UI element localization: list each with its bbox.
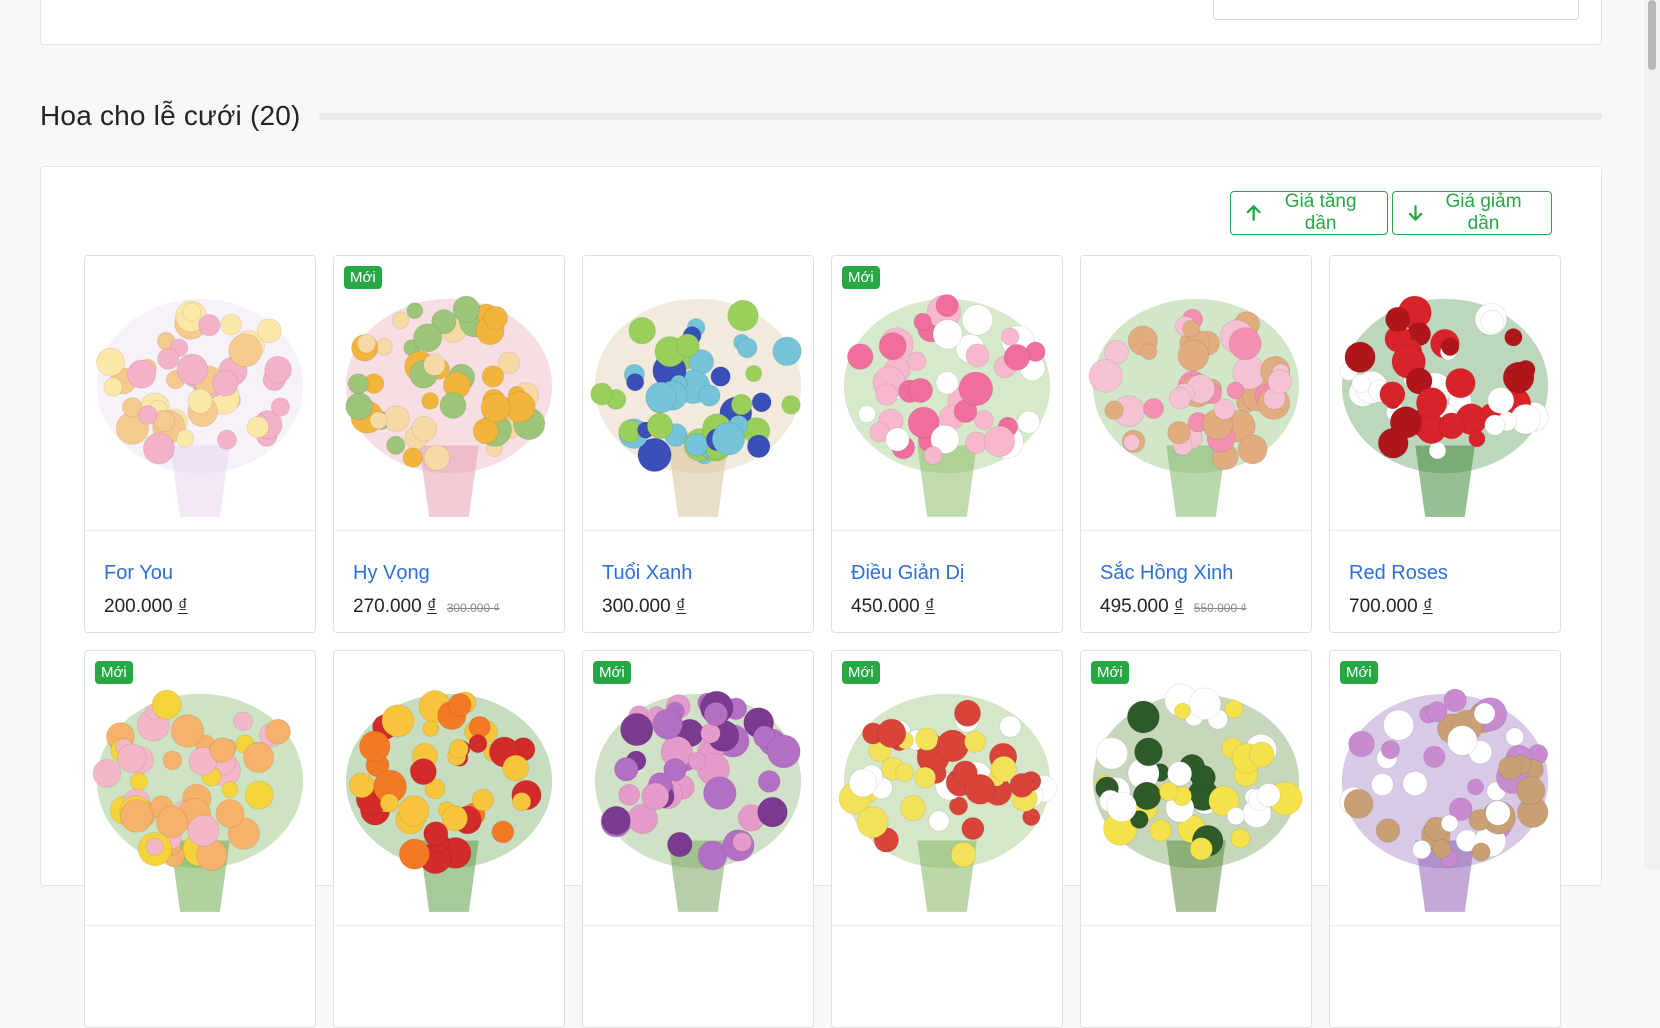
product-image[interactable]: Mới xyxy=(583,651,813,926)
new-badge: Mới xyxy=(1091,661,1129,684)
currency-symbol: ₫ xyxy=(1422,596,1433,617)
product-name-link[interactable]: Hy Vọng xyxy=(353,562,430,585)
product-card[interactable]: Mới Hy Vọng 270.000 ₫ 300.000 ₫ xyxy=(333,255,565,633)
arrow-down-icon xyxy=(1408,205,1423,221)
price-row: 495.000 ₫ 550.000 ₫ xyxy=(1100,596,1247,618)
product-card[interactable]: Tuổi Xanh 300.000 ₫ xyxy=(582,255,814,633)
sort-desc-label: Giá giảm dần xyxy=(1445,191,1522,234)
product-name-link[interactable]: For You xyxy=(104,562,173,585)
bouquet-illustration xyxy=(1339,688,1549,912)
product-price: 200.000 ₫ xyxy=(104,596,188,618)
bouquet-illustration xyxy=(1092,683,1303,912)
sort-price-desc-button[interactable]: Giá giảm dần xyxy=(1392,191,1552,235)
price-row: 200.000 ₫ xyxy=(104,596,188,618)
price-row: 300.000 ₫ xyxy=(602,596,686,618)
price-row: 270.000 ₫ 300.000 ₫ xyxy=(353,596,500,618)
currency-symbol: ₫ xyxy=(675,596,686,617)
price-row: 450.000 ₫ xyxy=(851,596,935,618)
product-card[interactable]: Mới xyxy=(582,650,814,1028)
product-card[interactable]: For You 200.000 ₫ xyxy=(84,255,316,633)
section-title: Hoa cho lễ cưới (20) xyxy=(40,100,301,131)
product-image[interactable]: Mới xyxy=(85,651,315,926)
product-name-link[interactable]: Điều Giản Dị xyxy=(851,562,964,585)
product-card[interactable] xyxy=(333,650,565,1028)
bouquet-illustration xyxy=(345,295,553,517)
product-price: 270.000 ₫ xyxy=(353,596,437,618)
price-value: 495.000 xyxy=(1100,596,1169,617)
sort-price-asc-button[interactable]: Giá tăng dần xyxy=(1230,191,1388,235)
old-price: 550.000 ₫ xyxy=(1193,601,1247,615)
bouquet-illustration xyxy=(1088,298,1300,517)
product-card[interactable]: Red Roses 700.000 ₫ xyxy=(1329,255,1561,633)
product-card[interactable]: Sắc Hồng Xinh 495.000 ₫ 550.000 ₫ xyxy=(1080,255,1312,633)
currency-symbol: ₫ xyxy=(1173,596,1184,617)
bouquet-illustration xyxy=(92,689,304,912)
currency-symbol: ₫ xyxy=(177,596,188,617)
bouquet-illustration xyxy=(96,298,304,517)
price-value: 270.000 xyxy=(353,596,422,617)
section-divider xyxy=(318,112,1602,120)
price-value: 200.000 xyxy=(104,596,173,617)
product-name-link[interactable]: Sắc Hồng Xinh xyxy=(1100,562,1233,585)
product-price: 300.000 ₫ xyxy=(602,596,686,618)
sort-asc-label: Giá tăng dần xyxy=(1284,191,1357,234)
product-image[interactable] xyxy=(85,256,315,531)
section-header: Hoa cho lễ cưới (20) xyxy=(40,96,1602,136)
product-card[interactable]: Mới xyxy=(831,650,1063,1028)
bouquet-illustration xyxy=(838,693,1058,912)
product-price: 450.000 ₫ xyxy=(851,596,935,618)
product-name-link[interactable]: Red Roses xyxy=(1349,562,1448,585)
new-badge: Mới xyxy=(95,661,133,684)
bouquet-illustration xyxy=(345,690,553,912)
product-card[interactable]: Mới xyxy=(84,650,316,1028)
price-value: 450.000 xyxy=(851,596,920,617)
price-row: 700.000 ₫ xyxy=(1349,596,1433,618)
bouquet-illustration xyxy=(594,690,802,912)
product-price: 495.000 ₫ xyxy=(1100,596,1184,618)
product-image[interactable] xyxy=(1081,256,1311,531)
arrow-up-icon xyxy=(1246,205,1261,221)
new-badge: Mới xyxy=(344,266,382,289)
product-card[interactable]: Mới xyxy=(1329,650,1561,1028)
product-image[interactable] xyxy=(583,256,813,531)
product-image[interactable]: Mới xyxy=(334,256,564,531)
product-card[interactable]: Mới Điều Giản Dị 450.000 ₫ xyxy=(831,255,1063,633)
currency-symbol: ₫ xyxy=(426,596,437,617)
scrollbar[interactable] xyxy=(1644,0,1660,869)
product-image[interactable] xyxy=(334,651,564,926)
scrollbar-thumb[interactable] xyxy=(1648,0,1656,70)
product-image[interactable]: Mới xyxy=(1081,651,1311,926)
product-image[interactable]: Mới xyxy=(1330,651,1560,926)
filter-input[interactable] xyxy=(1213,0,1579,20)
product-price: 700.000 ₫ xyxy=(1349,596,1433,618)
bouquet-illustration xyxy=(590,298,802,517)
bouquet-illustration xyxy=(843,293,1051,517)
new-badge: Mới xyxy=(1340,661,1378,684)
price-value: 700.000 xyxy=(1349,596,1418,617)
product-image[interactable]: Mới xyxy=(832,256,1062,531)
price-value: 300.000 xyxy=(602,596,671,617)
new-badge: Mới xyxy=(842,266,880,289)
currency-symbol: ₫ xyxy=(924,596,935,617)
product-image[interactable] xyxy=(1330,256,1560,531)
new-badge: Mới xyxy=(593,661,631,684)
bouquet-illustration xyxy=(1339,295,1549,517)
new-badge: Mới xyxy=(842,661,880,684)
product-name-link[interactable]: Tuổi Xanh xyxy=(602,562,692,585)
product-card[interactable]: Mới xyxy=(1080,650,1312,1028)
old-price: 300.000 ₫ xyxy=(446,601,500,615)
product-image[interactable]: Mới xyxy=(832,651,1062,926)
